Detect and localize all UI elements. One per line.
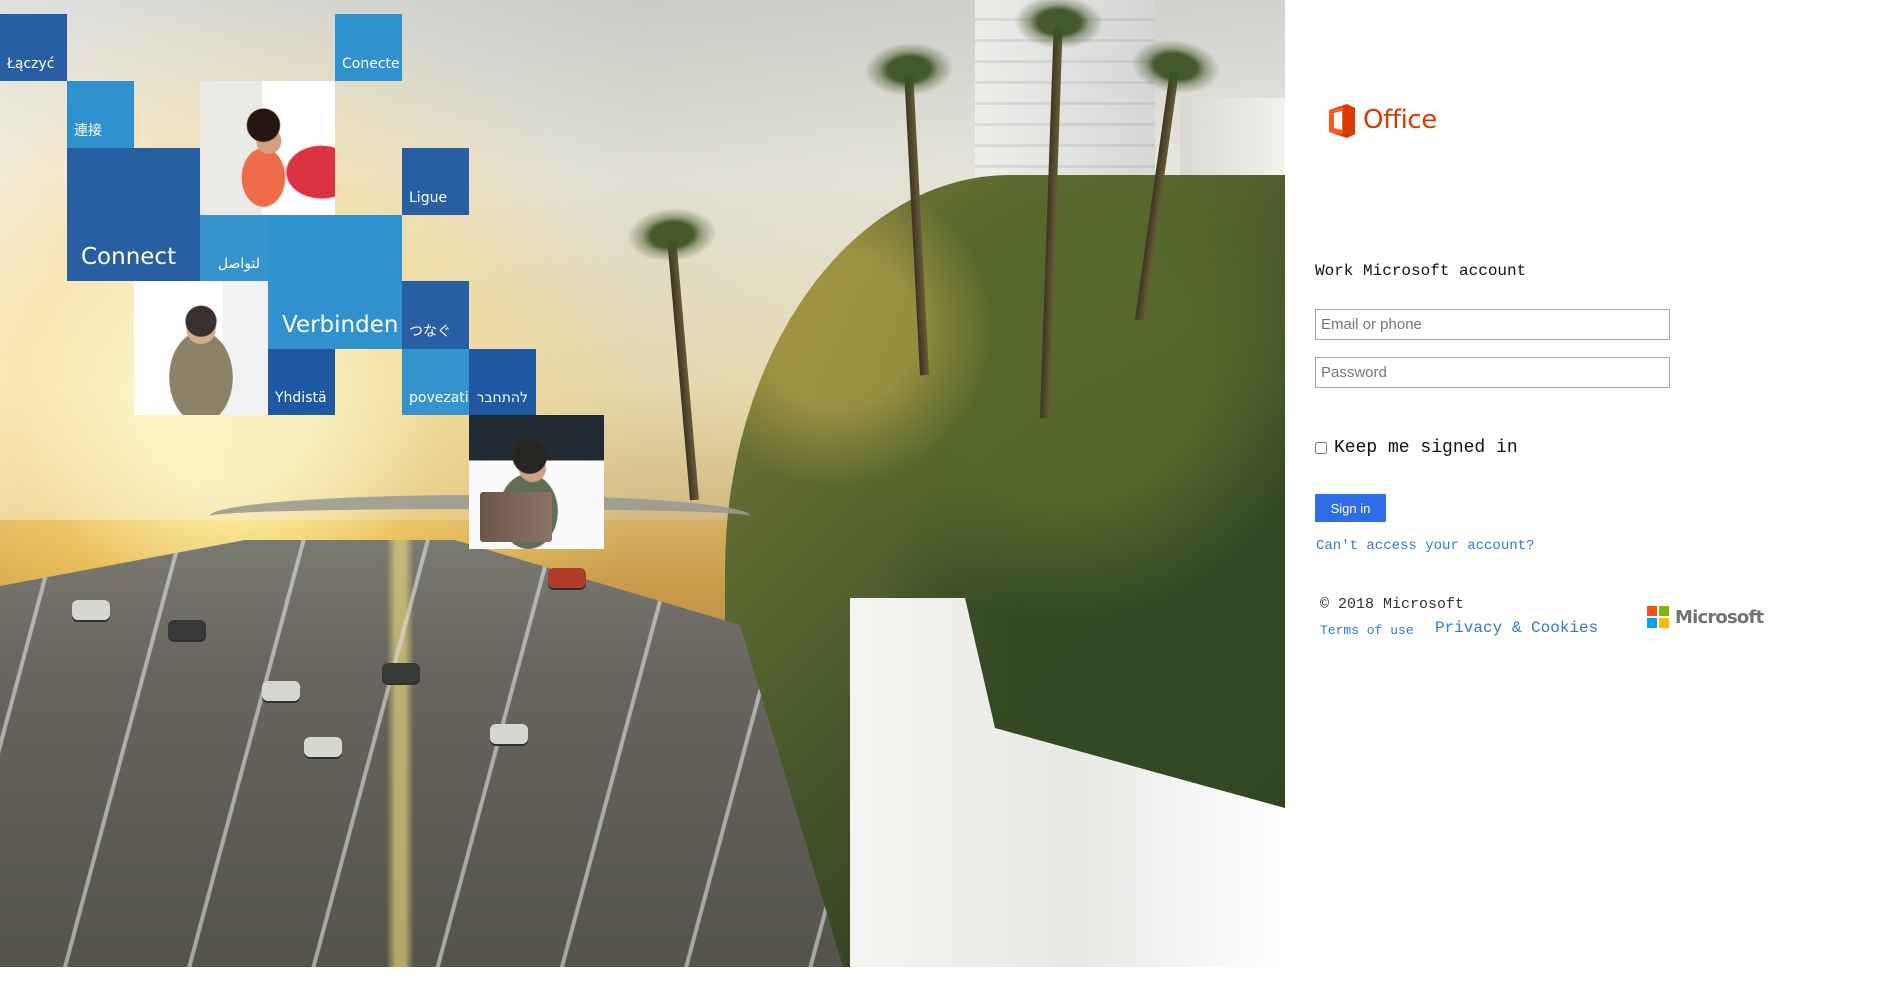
microsoft-green-square [1659,606,1669,616]
language-tile: Ligue [402,148,469,215]
office-wordmark: Office [1363,105,1437,135]
keep-signed-in-label: Keep me signed in [1334,438,1518,458]
sign-in-panel: Office Work Microsoft account Keep me si… [1285,0,1891,1003]
microsoft-red-square [1647,606,1657,616]
language-tile: להתחבר [469,349,536,415]
language-tile: つなぐ [402,281,469,349]
language-tile: Łączyć [0,14,67,81]
car [548,568,586,588]
car [382,663,420,683]
car [262,681,300,701]
language-tile-label: Łączyć [7,56,55,72]
cant-access-account-link[interactable]: Can't access your account? [1316,538,1534,554]
car [72,600,110,620]
language-tile-label: Connect [81,244,177,270]
email-field[interactable] [1315,309,1670,340]
keep-signed-in-checkbox[interactable] [1315,442,1327,454]
account-type-label: Work Microsoft account [1315,262,1527,280]
terms-of-use-link[interactable]: Terms of use [1320,623,1414,638]
language-tile-large: Verbinden [268,215,402,349]
language-tile: povezati [402,349,469,415]
people-with-laptop-photo [469,415,604,549]
office-logo: Office [1327,103,1437,139]
microsoft-grid-icon [1647,606,1669,628]
language-tile-label: Ligue [409,190,448,206]
password-field[interactable] [1315,357,1670,388]
woman-reading-photo [200,81,335,215]
connect-language-tile-collage: Łączyć Conecte 連接 Ligue Connect لتواصل V… [0,0,610,560]
copyright-text: © 2018 Microsoft [1320,596,1465,613]
car [168,620,206,640]
office-sign-in-page: Łączyć Conecte 連接 Ligue Connect لتواصل V… [0,0,1891,1003]
language-tile: Yhdistä [268,349,335,415]
office-icon [1329,104,1355,138]
language-tile-label: Verbinden [282,312,399,338]
language-tile-large: Connect [67,148,200,281]
microsoft-blue-square [1647,618,1657,628]
language-tile-label: povezati [409,390,469,406]
man-with-phone-photo [134,281,268,415]
language-tile-label: Yhdistä [275,390,327,406]
language-tile: لتواصل [200,215,268,281]
language-tile: 連接 [67,81,134,148]
car [304,737,342,757]
keep-signed-in-option[interactable]: Keep me signed in [1315,438,1518,458]
microsoft-logo: Microsoft [1647,605,1764,629]
language-tile-label: 連接 [74,123,102,139]
language-tile-label: להתחבר [476,390,528,406]
microsoft-yellow-square [1659,618,1669,628]
car [490,724,528,744]
sign-in-button[interactable]: Sign in [1315,494,1386,522]
privacy-cookies-link[interactable]: Privacy & Cookies [1435,619,1598,637]
language-tile: Conecte [335,14,402,81]
coastal-highway-background: Łączyć Conecte 連接 Ligue Connect لتواصل V… [0,0,1285,967]
language-tile-label: つなぐ [409,324,451,340]
language-tile-label: لتواصل [217,256,260,272]
language-tile-label: Conecte [342,56,400,72]
microsoft-wordmark: Microsoft [1675,606,1764,628]
